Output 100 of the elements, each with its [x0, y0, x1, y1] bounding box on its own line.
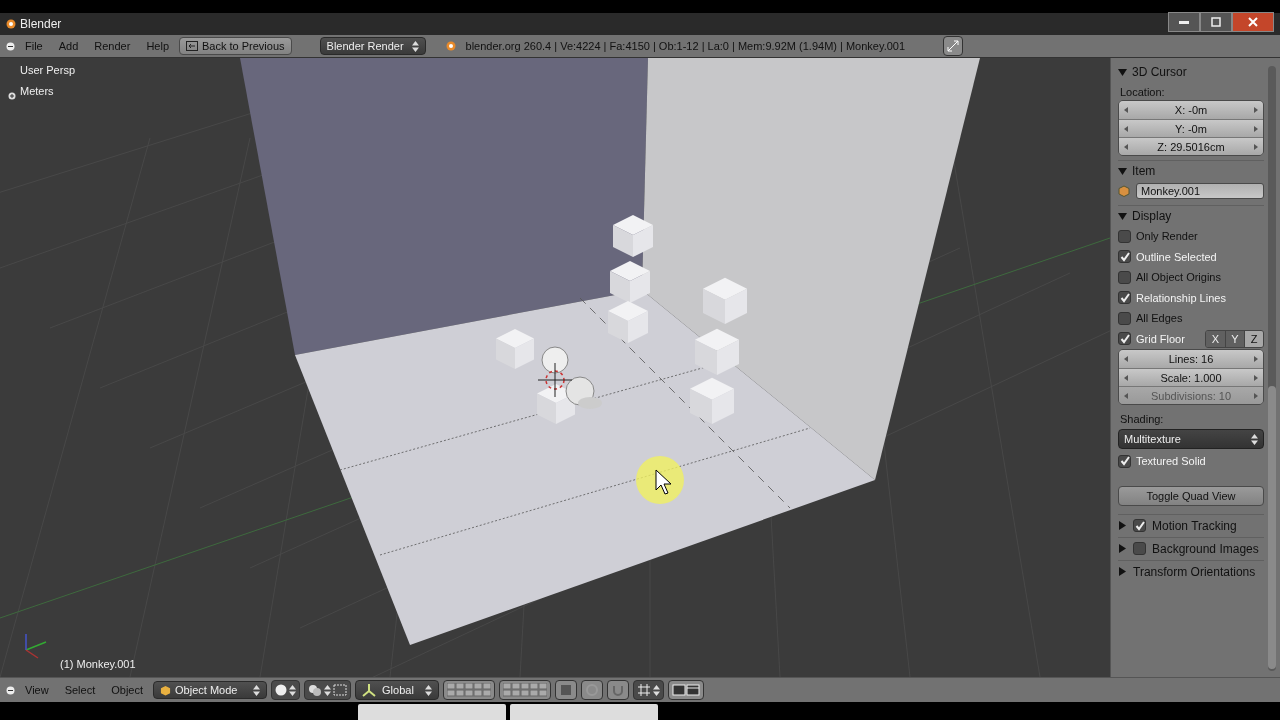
- up-down-arrows-icon: [289, 684, 297, 696]
- minimize-icon[interactable]: [1179, 20, 1189, 24]
- render-image-icon[interactable]: [668, 680, 705, 700]
- panel-title: Display: [1132, 209, 1172, 223]
- checkbox-label: Outline Selected: [1136, 250, 1217, 263]
- checkbox[interactable]: [1118, 291, 1131, 305]
- maximize-button[interactable]: [1200, 12, 1232, 32]
- collapse-triangle-icon[interactable]: [1118, 67, 1127, 77]
- checkbox-label: All Edges: [1136, 312, 1183, 325]
- toggle-quad-view-button[interactable]: Toggle Quad View: [1118, 485, 1264, 506]
- right-arrow-icon[interactable]: [1254, 374, 1258, 381]
- checkbox-label: Textured Solid: [1136, 455, 1206, 468]
- right-arrow-icon[interactable]: [1254, 107, 1258, 113]
- shading-dropdown[interactable]: Multitexture: [1118, 429, 1264, 449]
- snap-element-icon[interactable]: [633, 680, 665, 700]
- collapse-triangle-icon[interactable]: [1118, 211, 1127, 221]
- render-engine-dropdown[interactable]: Blender Render: [319, 37, 426, 55]
- number-field[interactable]: Z: 29.5016cm: [1119, 137, 1263, 155]
- checkbox[interactable]: [1118, 311, 1131, 325]
- up-down-arrows-icon: [324, 684, 332, 696]
- menu-item[interactable]: Select: [58, 684, 102, 696]
- maximize-icon[interactable]: [1211, 17, 1221, 27]
- left-arrow-icon[interactable]: [1124, 356, 1128, 362]
- monkeys-with-cursor-drawing: [537, 346, 602, 409]
- scene-statistics: blender.org 260.4 | Ve:4224 | Fa:4150 | Ob:1-12 | La:0 | Mem:9.92M (1.94M) | Monkey.001: [465, 40, 906, 52]
- panel-title: Item: [1132, 164, 1156, 178]
- checkbox[interactable]: [1118, 454, 1131, 468]
- menu-item[interactable]: File: [19, 40, 49, 52]
- number-field[interactable]: Lines: 16: [1119, 350, 1263, 368]
- cube-drawing: [613, 215, 653, 257]
- cube-drawing: [610, 261, 650, 303]
- sphere-icon: [275, 684, 288, 696]
- up-down-arrows-icon: [411, 40, 419, 52]
- cube-drawing: [496, 329, 534, 369]
- right-arrow-icon[interactable]: [1254, 125, 1258, 132]
- menu-item[interactable]: Add: [52, 40, 85, 52]
- expand-triangle-icon[interactable]: [1118, 521, 1127, 530]
- name-field[interactable]: Monkey.001: [1136, 183, 1264, 199]
- layers-icon[interactable]: [499, 680, 552, 700]
- left-arrow-icon[interactable]: [1124, 107, 1128, 113]
- panel-title: 3D Cursor: [1132, 65, 1187, 79]
- left-arrow-icon[interactable]: [1124, 143, 1128, 150]
- number-field[interactable]: Y: -0m: [1119, 119, 1263, 137]
- left-arrow-icon[interactable]: [1124, 374, 1128, 381]
- number-field[interactable]: X: -0m: [1119, 101, 1263, 119]
- cube-drawing: [690, 377, 734, 424]
- menu-item[interactable]: Render: [88, 40, 137, 52]
- plus-icon[interactable]: [8, 92, 16, 100]
- axis-gizmo-icon: [25, 633, 47, 659]
- location-label: Location:: [1119, 85, 1166, 100]
- editor-type-icon[interactable]: [6, 41, 15, 51]
- axis-toggle[interactable]: Z: [1244, 330, 1263, 347]
- shading-mode-icon[interactable]: [271, 680, 301, 700]
- axis-toggle[interactable]: Y: [1225, 330, 1244, 347]
- snap-magnet-icon[interactable]: [607, 680, 630, 700]
- checkbox-label: Grid Floor: [1136, 332, 1185, 345]
- cube-drawing: [608, 301, 648, 343]
- right-arrow-icon[interactable]: [1254, 143, 1258, 150]
- pivot-point-icon[interactable]: [304, 680, 352, 700]
- expand-triangle-icon[interactable]: [1118, 567, 1127, 576]
- collapse-triangle-icon[interactable]: [1118, 166, 1127, 176]
- checkbox[interactable]: [1118, 270, 1131, 284]
- checkbox-label: Relationship Lines: [1136, 291, 1226, 304]
- units-label: Meters: [20, 85, 54, 97]
- checkbox[interactable]: [1118, 229, 1131, 243]
- layers-icon[interactable]: [443, 680, 496, 700]
- axis-toggle[interactable]: X: [1206, 330, 1225, 347]
- minimize-button[interactable]: [1168, 12, 1200, 32]
- menu-item[interactable]: Help: [140, 40, 175, 52]
- checkbox-label: Only Render: [1136, 230, 1198, 243]
- mode-dropdown[interactable]: Object Mode: [153, 681, 268, 699]
- editor-type-icon[interactable]: [6, 685, 15, 695]
- object-cube-icon: [1118, 185, 1130, 197]
- close-button[interactable]: [1232, 12, 1274, 32]
- number-field[interactable]: Scale: 1.000: [1119, 368, 1263, 386]
- shading-label: Shading:: [1119, 412, 1165, 427]
- fullscreen-toggle-icon[interactable]: [943, 36, 964, 56]
- checkbox-label: All Object Origins: [1136, 271, 1221, 284]
- checkbox[interactable]: [1118, 332, 1131, 346]
- app-logo-icon: [4, 18, 16, 30]
- object-info: (1) Monkey.001: [60, 658, 136, 670]
- axes-icon: [362, 683, 377, 697]
- back-to-previous-button[interactable]: Back to Previous: [179, 37, 292, 55]
- up-down-arrows-icon: [1251, 433, 1258, 445]
- up-down-arrows-icon: [425, 684, 433, 696]
- grid-icon: [637, 683, 652, 697]
- menu-item[interactable]: View: [19, 684, 55, 696]
- expand-triangle-icon[interactable]: [1118, 544, 1127, 553]
- checkbox[interactable]: [1133, 519, 1146, 532]
- view-name: User Persp: [20, 64, 76, 76]
- close-icon[interactable]: [1248, 17, 1258, 27]
- menu-item[interactable]: Object: [105, 684, 150, 696]
- left-arrow-icon[interactable]: [1124, 125, 1128, 132]
- proportional-edit-icon[interactable]: [581, 680, 604, 700]
- checkbox[interactable]: [1133, 542, 1146, 555]
- panel-title: Background Images: [1152, 541, 1259, 556]
- checkbox[interactable]: [1118, 250, 1131, 264]
- right-arrow-icon[interactable]: [1254, 356, 1258, 362]
- scrollbar[interactable]: [1268, 66, 1276, 671]
- orientation-dropdown[interactable]: Global: [355, 680, 440, 700]
